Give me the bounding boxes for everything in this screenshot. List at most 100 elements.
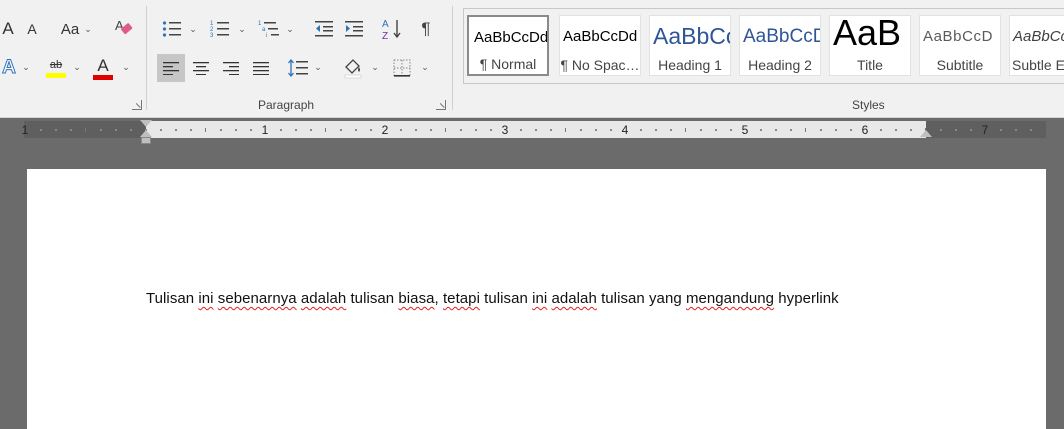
ruler-dot	[475, 129, 477, 131]
ruler-dot	[820, 129, 822, 131]
eraser-icon: A	[115, 18, 133, 35]
increase-indent-button[interactable]	[342, 17, 366, 41]
sort-button[interactable]: A Z	[380, 15, 404, 43]
misspelled-word: sebenarnya	[217, 290, 297, 307]
ruler-dot	[220, 129, 222, 131]
ruler-dot	[610, 129, 612, 131]
change-case-label: Aa	[60, 20, 80, 38]
align-center-icon	[193, 62, 209, 75]
justify-icon	[253, 62, 269, 75]
ruler-area: 1 1 2 3 4 5 6 7	[0, 118, 1064, 144]
highlight-color-button[interactable]: ab	[42, 54, 70, 82]
misspelled-word: adalah	[551, 290, 597, 307]
style-subtitle[interactable]: AaBbCcD Subtitle	[919, 15, 1001, 76]
align-center-button[interactable]	[188, 54, 214, 82]
ruler-half-tick	[85, 128, 86, 132]
ruler-dot	[835, 129, 837, 131]
font-color-chevron-down-icon[interactable]: ⌄	[122, 63, 130, 72]
align-right-button[interactable]	[218, 54, 244, 82]
document-paragraph[interactable]: Tulisan ini sebenarnya adalah tulisan bi…	[146, 290, 839, 307]
borders-chevron-down-icon[interactable]: ⌄	[421, 63, 429, 72]
first-line-indent-marker[interactable]	[140, 120, 152, 127]
misspelled-word: biasa	[398, 290, 435, 307]
change-case-button[interactable]: Aa	[56, 18, 84, 40]
justify-button[interactable]	[248, 54, 274, 82]
style-preview: AaBbCcDd	[474, 29, 549, 46]
paragraph-dialog-launcher-icon[interactable]	[436, 100, 446, 110]
ruler-dot	[40, 129, 42, 131]
grow-font-button[interactable]: A	[0, 18, 16, 40]
ruler-dot	[640, 129, 642, 131]
ruler-dot	[535, 129, 537, 131]
text-effects-chevron-down-icon[interactable]: ⌄	[22, 63, 30, 72]
shrink-font-button[interactable]: A	[22, 18, 42, 40]
hanging-indent-marker[interactable]	[140, 130, 152, 137]
font-dialog-launcher-icon[interactable]	[132, 100, 142, 110]
style-preview: AaBbCcD	[923, 28, 994, 45]
style-normal[interactable]: AaBbCcDd ¶ Normal	[467, 15, 549, 76]
ruler-dot	[400, 129, 402, 131]
left-indent-marker[interactable]	[141, 137, 151, 144]
ruler-dot	[895, 129, 897, 131]
style-heading-1[interactable]: AaBbCc Heading 1	[649, 15, 731, 76]
numbering-icon: 1 2 3	[210, 21, 229, 38]
line-spacing-button[interactable]	[285, 54, 311, 82]
ruler-dot	[955, 129, 957, 131]
document-page[interactable]: Tulisan ini sebenarnya adalah tulisan bi…	[27, 169, 1046, 429]
ruler-number: 1	[261, 123, 269, 137]
show-formatting-button[interactable]: ¶	[414, 17, 438, 41]
font-color-button[interactable]: A	[90, 54, 116, 82]
ruler-dot	[370, 129, 372, 131]
bullets-button[interactable]	[160, 17, 184, 41]
ruler-half-tick	[445, 128, 446, 132]
clear-formatting-button[interactable]: A	[112, 16, 136, 40]
ruler-dot	[580, 129, 582, 131]
ruler-dot	[760, 129, 762, 131]
style-no-spacing[interactable]: AaBbCcDd ¶ No Spac…	[559, 15, 641, 76]
style-title[interactable]: AaB Title	[829, 15, 911, 76]
bullets-icon	[162, 21, 181, 37]
shading-chevron-down-icon[interactable]: ⌄	[371, 63, 379, 72]
style-label: ¶ Normal	[479, 56, 537, 72]
style-heading-2[interactable]: AaBbCcD Heading 2	[739, 15, 821, 76]
multilevel-list-button[interactable]: 1 a i	[256, 17, 282, 41]
multilevel-chevron-down-icon[interactable]: ⌄	[286, 25, 294, 34]
ruler-dot	[250, 129, 252, 131]
decrease-indent-button[interactable]	[312, 17, 336, 41]
style-label: Subtle E	[1012, 57, 1064, 73]
style-label: ¶ No Spac…	[560, 57, 640, 73]
ruler-dot	[910, 129, 912, 131]
right-indent-marker[interactable]	[920, 130, 932, 137]
misspelled-word: ini	[198, 290, 214, 307]
line-spacing-chevron-down-icon[interactable]: ⌄	[314, 63, 322, 72]
align-left-button[interactable]	[157, 54, 185, 82]
ruler-dot	[340, 129, 342, 131]
ruler-dot	[940, 129, 942, 131]
shading-button[interactable]	[340, 54, 366, 82]
bullets-chevron-down-icon[interactable]: ⌄	[189, 25, 197, 34]
style-subtle-emphasis[interactable]: AaBbCcD Subtle E	[1009, 15, 1064, 76]
highlight-letters: ab	[49, 58, 63, 71]
borders-button[interactable]	[390, 54, 414, 82]
numbering-button[interactable]: 1 2 3	[208, 17, 232, 41]
ruler-dot	[595, 129, 597, 131]
text-effects-button[interactable]: A	[0, 56, 18, 80]
ruler-dot	[235, 129, 237, 131]
style-preview: AaB	[833, 15, 902, 53]
ruler-dot	[415, 129, 417, 131]
ruler-dot	[160, 129, 162, 131]
ruler-dot	[1015, 129, 1017, 131]
change-case-chevron-down-icon[interactable]: ⌄	[84, 25, 92, 34]
style-preview: AaBbCcD	[743, 26, 821, 47]
sort-icon: A Z	[382, 19, 401, 41]
misspelled-word: adalah	[300, 290, 347, 307]
numbering-chevron-down-icon[interactable]: ⌄	[238, 25, 246, 34]
font-color-swatch	[93, 74, 113, 80]
font-color-glyph: A	[97, 55, 109, 75]
misspelled-word: mengandung	[685, 290, 775, 307]
ruler-number: 7	[981, 123, 989, 137]
highlight-chevron-down-icon[interactable]: ⌄	[73, 63, 81, 72]
ruler-half-tick	[565, 128, 566, 132]
ruler-dot	[430, 129, 432, 131]
styles-group-label: Styles	[852, 98, 885, 112]
